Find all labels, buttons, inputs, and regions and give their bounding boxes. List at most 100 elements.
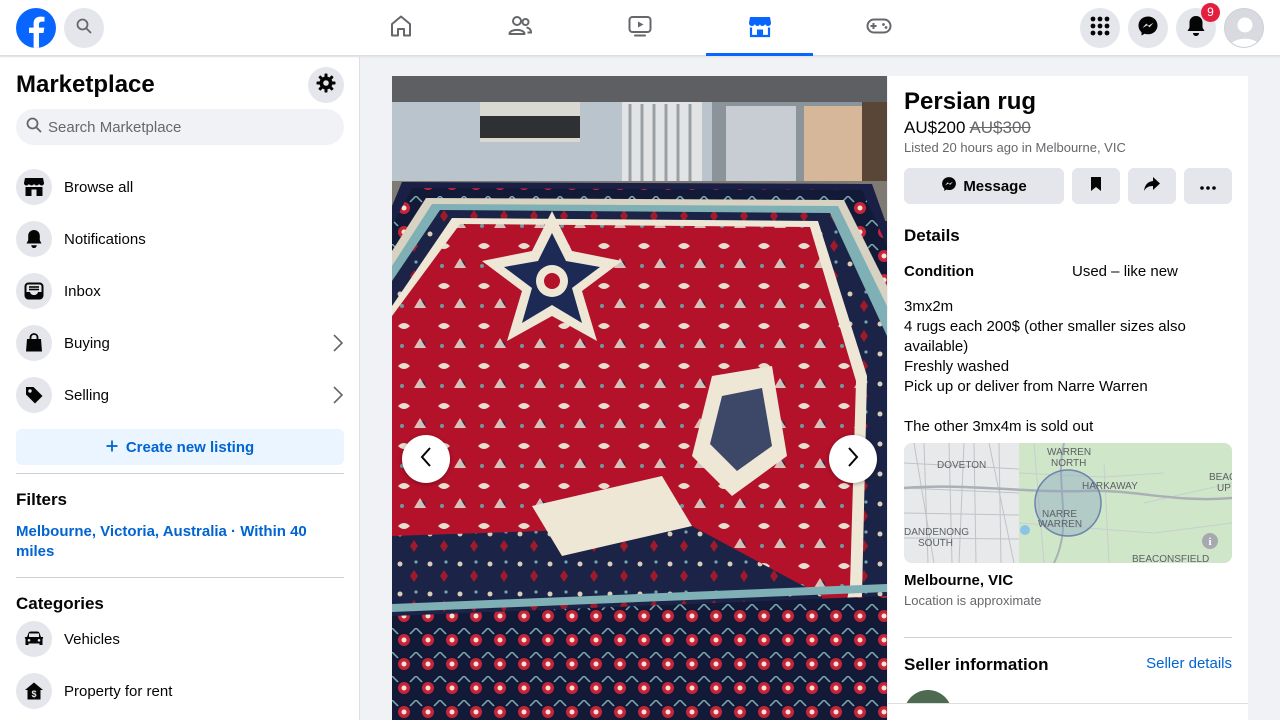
messenger-button[interactable] [1128,8,1168,48]
bottom-chat-strip [888,703,1248,720]
marketplace-icon [747,13,773,44]
filters-heading: Filters [16,490,68,509]
tab-gaming[interactable] [825,0,932,56]
sidebar-item-notifications[interactable]: Notifications [16,217,344,261]
details-heading: Details [904,226,960,245]
listing-photo [392,76,887,720]
chevron-right-icon [332,333,344,358]
tab-watch[interactable] [586,0,693,56]
category-property-for-rent[interactable]: $ Property for rent [16,669,344,713]
divider [904,637,1232,638]
share-button[interactable] [1128,168,1176,204]
sidebar-item-label: Inbox [64,282,101,300]
search-button[interactable] [64,8,104,48]
marketplace-search [16,109,344,145]
storefront-icon [16,169,52,205]
create-listing-label: Create new listing [125,438,255,456]
svg-text:$: $ [31,689,36,699]
save-button[interactable] [1072,168,1120,204]
tab-home[interactable] [347,0,454,56]
listing-details-panel: Persian rug AU$200 AU$300 Listed 20 hours… [888,76,1248,720]
home-icon [388,13,414,44]
map-label: WARREN [1047,447,1091,458]
category-label: Property for rent [64,682,173,700]
sidebar-item-label: Browse all [64,178,134,196]
sidebar-item-buying[interactable]: Buying [16,321,344,365]
facebook-logo[interactable] [16,8,56,48]
grid-menu-icon [1090,16,1110,41]
gamepad-icon [865,13,893,44]
more-horizontal-icon [1200,177,1216,195]
shopping-bag-icon [16,325,52,361]
messenger-icon [1137,15,1159,42]
description-line: The other 3mx4m is sold out [904,418,1094,435]
video-icon [627,13,653,44]
tab-marketplace[interactable] [706,0,813,56]
tab-friends[interactable] [466,0,573,56]
previous-photo-button[interactable] [402,435,450,483]
sidebar-item-inbox[interactable]: Inbox [16,269,344,313]
sidebar-item-label: Notifications [64,230,146,248]
notifications-button[interactable]: 9 [1176,3,1220,48]
original-price: AU$300 [969,118,1031,137]
friends-icon [507,13,533,44]
location-filter-link[interactable]: Melbourne, Victoria, Australia · Within … [16,522,336,562]
sidebar-item-label: Buying [64,334,110,352]
search-icon [76,18,92,39]
settings-button[interactable] [308,67,344,103]
map-label: WARREN [1038,519,1082,530]
location-note: Location is approximate [904,593,1042,608]
price-tag-icon [16,377,52,413]
page-title: Marketplace [16,71,155,98]
search-icon [26,117,42,138]
condition-label: Condition [904,263,974,280]
menu-button[interactable] [1080,8,1120,48]
messenger-icon [941,176,957,197]
search-input[interactable] [48,118,328,136]
svg-text:i: i [1208,536,1211,548]
profile-avatar[interactable] [1224,8,1264,48]
chevron-right-icon [846,446,860,473]
notification-count-badge: 9 [1201,3,1220,22]
chevron-right-icon [332,385,344,410]
divider [16,577,344,578]
car-icon [16,621,52,657]
sidebar-item-selling[interactable]: Selling [16,373,344,417]
categories-heading: Categories [16,594,104,613]
message-button[interactable]: Message [904,168,1064,204]
description-line: 4 rugs each 200$ (other smaller sizes al… [904,318,1186,355]
gear-icon [316,73,336,98]
create-listing-button[interactable]: Create new listing [16,429,344,465]
listing-title: Persian rug [904,88,1037,115]
location-map[interactable]: DOVETON WARREN NORTH HARKAWAY NARRE WARR… [904,443,1232,563]
description-line [904,397,1224,417]
next-photo-button[interactable] [829,435,877,483]
map-label: UP [1217,483,1231,494]
chevron-left-icon [419,446,433,473]
condition-value: Used – like new [1072,263,1178,280]
more-options-button[interactable] [1184,168,1232,204]
bell-icon [16,221,52,257]
listing-description: 3mx2m 4 rugs each 200$ (other smaller si… [904,297,1224,437]
seller-details-link[interactable]: Seller details [1146,655,1232,672]
map-label: DOVETON [937,460,986,471]
map-label: NORTH [1051,458,1086,469]
sidebar-item-browse-all[interactable]: Browse all [16,165,344,209]
map-label: SOUTH [918,538,953,549]
description-line: Pick up or deliver from Narre Warren [904,378,1148,395]
listing-price: AU$200 AU$300 [904,118,1031,138]
current-price: AU$200 [904,118,966,137]
top-navigation-bar: 9 [0,0,1280,56]
category-label: Vehicles [64,630,120,648]
description-line: 3mx2m [904,298,954,315]
inbox-icon [16,273,52,309]
map-label: HARKAWAY [1082,481,1138,492]
listing-meta: Listed 20 hours ago in Melbourne, VIC [904,140,1126,155]
map-label: BEACONSFIELD [1132,554,1209,563]
category-vehicles[interactable]: Vehicles [16,617,344,661]
plus-icon [106,439,118,456]
map-label: BEACON [1209,472,1232,483]
seller-info-heading: Seller information [904,655,1049,674]
marketplace-sidebar: Marketplace Browse all Notifications Inb… [0,57,360,720]
divider [16,473,344,474]
